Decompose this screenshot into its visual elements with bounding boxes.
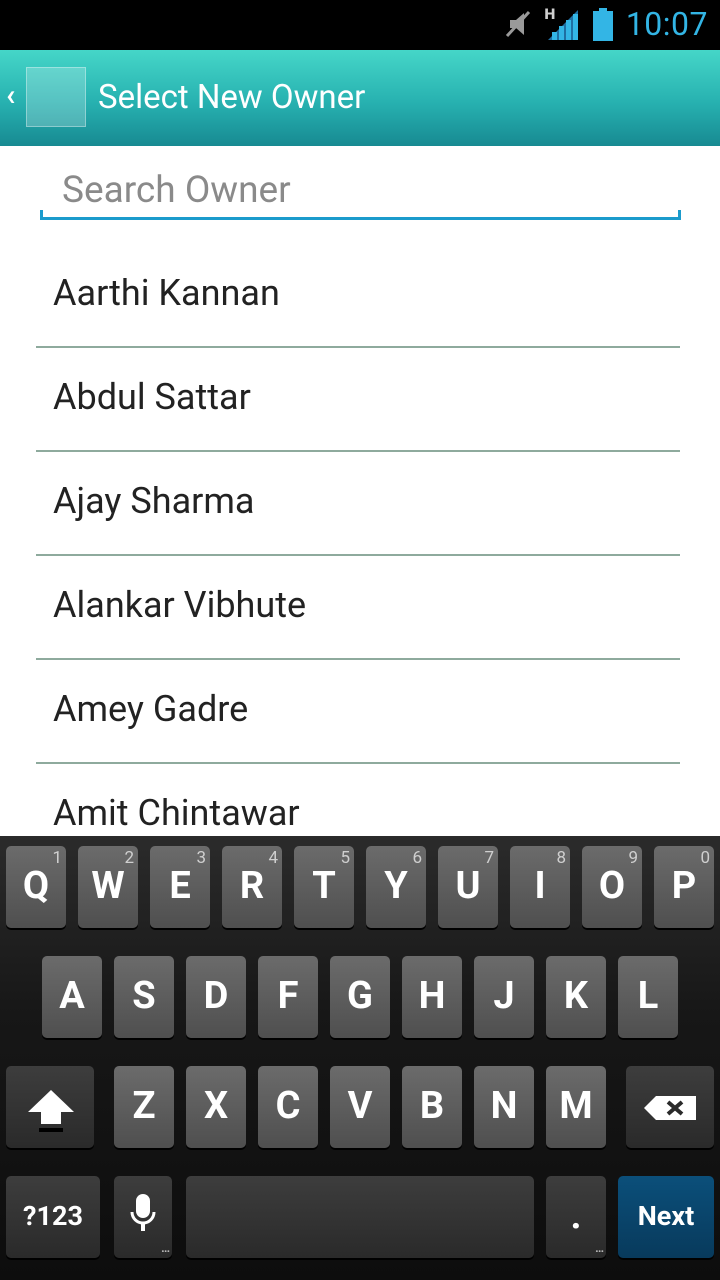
- key-c[interactable]: C: [258, 1066, 318, 1148]
- back-chevron-icon[interactable]: ‹: [6, 78, 15, 113]
- next-key[interactable]: Next: [618, 1176, 714, 1258]
- clock: 10:07: [625, 5, 708, 43]
- action-bar: ‹ Select New Owner: [0, 50, 720, 146]
- key-j[interactable]: J: [474, 956, 534, 1038]
- search-input[interactable]: [62, 166, 662, 214]
- key-v[interactable]: V: [330, 1066, 390, 1148]
- owner-name: Abdul Sattar: [53, 376, 251, 418]
- owner-list[interactable]: Aarthi Kannan Abdul Sattar Ajay Sharma A…: [36, 244, 680, 836]
- status-bar: H 10:07: [0, 0, 720, 50]
- shift-key[interactable]: [6, 1066, 94, 1148]
- microphone-icon: [129, 1192, 157, 1242]
- battery-icon: [592, 8, 614, 46]
- owner-name: Alankar Vibhute: [53, 584, 307, 626]
- key-p[interactable]: P0: [654, 846, 714, 928]
- key-z[interactable]: Z: [114, 1066, 174, 1148]
- list-item[interactable]: Abdul Sattar: [36, 348, 680, 452]
- key-y[interactable]: Y6: [366, 846, 426, 928]
- backspace-icon: [642, 1094, 698, 1126]
- key-s[interactable]: S: [114, 956, 174, 1038]
- list-item[interactable]: Amit Chintawar: [36, 764, 680, 836]
- key-i[interactable]: I8: [510, 846, 570, 928]
- key-l[interactable]: L: [618, 956, 678, 1038]
- key-m[interactable]: M: [546, 1066, 606, 1148]
- owner-name: Ajay Sharma: [53, 480, 255, 522]
- key-e[interactable]: E3: [150, 846, 210, 928]
- list-item[interactable]: Aarthi Kannan: [36, 244, 680, 348]
- key-d[interactable]: D: [186, 956, 246, 1038]
- key-q[interactable]: Q1: [6, 846, 66, 928]
- key-w[interactable]: W2: [78, 846, 138, 928]
- key-n[interactable]: N: [474, 1066, 534, 1148]
- key-r[interactable]: R4: [222, 846, 282, 928]
- mute-icon: [504, 8, 532, 44]
- key-t[interactable]: T5: [294, 846, 354, 928]
- key-k[interactable]: K: [546, 956, 606, 1038]
- symbols-key[interactable]: ?123: [6, 1176, 100, 1258]
- key-b[interactable]: B: [402, 1066, 462, 1148]
- search-underline: [40, 217, 681, 220]
- signal-icon: H: [544, 6, 580, 46]
- search-field[interactable]: [40, 160, 681, 220]
- key-x[interactable]: X: [186, 1066, 246, 1148]
- key-f[interactable]: F: [258, 956, 318, 1038]
- key-h[interactable]: H: [402, 956, 462, 1038]
- page-title: Select New Owner: [98, 78, 366, 117]
- period-key[interactable]: .…: [546, 1176, 606, 1258]
- key-o[interactable]: O9: [582, 846, 642, 928]
- key-a[interactable]: A: [42, 956, 102, 1038]
- owner-name: Aarthi Kannan: [53, 272, 280, 314]
- space-key[interactable]: [186, 1176, 534, 1258]
- network-type-label: H: [544, 7, 556, 23]
- key-g[interactable]: G: [330, 956, 390, 1038]
- soft-keyboard: Q1 W2 E3 R4 T5 Y6 U7 I8 O9 P0 A S D F G …: [0, 836, 720, 1280]
- list-item[interactable]: Ajay Sharma: [36, 452, 680, 556]
- app-icon[interactable]: [26, 67, 86, 127]
- shift-arrow-icon: [26, 1088, 76, 1136]
- voice-input-key[interactable]: …: [114, 1176, 172, 1258]
- key-u[interactable]: U7: [438, 846, 498, 928]
- list-item[interactable]: Alankar Vibhute: [36, 556, 680, 660]
- owner-name: Amey Gadre: [53, 688, 249, 730]
- list-item[interactable]: Amey Gadre: [36, 660, 680, 764]
- backspace-key[interactable]: [626, 1066, 714, 1148]
- owner-name: Amit Chintawar: [53, 792, 300, 834]
